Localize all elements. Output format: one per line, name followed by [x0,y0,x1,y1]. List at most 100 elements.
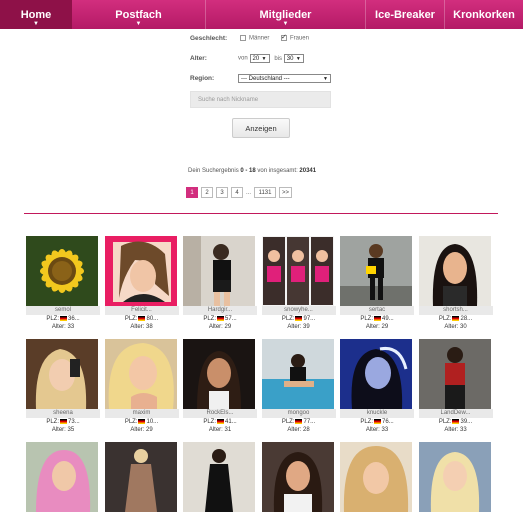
member-name[interactable]: sertac [340,306,414,315]
nav-ice-breaker[interactable]: Ice-Breaker [366,0,445,29]
result-range: 0 - 18 [240,168,256,174]
member-card[interactable]: Felicit... PLZ: 80... Alter: 38 [104,236,179,331]
member-age: Alter: 30 [444,324,467,330]
age-from-select[interactable]: 20 ▼ [249,54,270,63]
german-flag-icon [59,418,67,424]
female-checkbox[interactable] [280,33,287,42]
member-plz: PLZ: 28... [419,315,493,323]
member-photo[interactable] [183,442,255,512]
member-card[interactable]: snowyhe... PLZ: 97... Alter: 39 [261,236,336,331]
page-next[interactable]: >> [279,187,293,198]
page: Home ▼ Postfach ▼ Mitglieder ▼ Ice-Break… [0,0,523,515]
chevron-down-icon: ▼ [33,21,39,27]
member-name[interactable]: LandDew... [418,409,493,418]
member-card[interactable] [340,442,414,512]
dropdown-arrow-icon: ▼ [323,75,328,82]
member-photo[interactable] [340,236,412,306]
member-photo[interactable] [104,236,177,306]
nav-mitglieder[interactable]: Mitglieder ▼ [206,0,366,29]
page-3[interactable]: 3 [216,187,228,198]
page-1[interactable]: 1 [186,187,198,198]
member-name[interactable]: semol [26,306,100,315]
nickname-search-input[interactable]: Suche nach Nickname [190,91,331,108]
show-button[interactable]: Anzeigen [232,118,290,138]
member-age: Alter: 29 [208,324,232,330]
member-card[interactable]: Hardgir... PLZ: 57... Alter: 29 [183,236,257,331]
member-name[interactable]: Felicit... [104,306,179,315]
page-4[interactable]: 4 [231,187,243,198]
member-photo[interactable] [26,339,98,409]
member-name[interactable]: sheena [26,409,100,418]
member-photo[interactable] [104,442,177,512]
member-photo[interactable] [340,339,412,409]
age-to-select[interactable]: 30 ▼ [283,54,304,63]
member-name[interactable]: shortsh... [418,306,493,315]
member-card[interactable] [183,442,257,512]
german-flag-icon [216,315,224,321]
plz-value: 77... [303,419,316,425]
gender-label: Geschlecht: [190,35,228,42]
member-age: Alter: 33 [444,427,467,433]
member-card[interactable] [26,442,100,512]
member-photo[interactable] [183,339,255,409]
member-card[interactable] [261,442,336,512]
member-photo[interactable] [26,236,98,306]
member-name[interactable]: snowyhe... [261,306,336,315]
member-card[interactable] [104,442,179,512]
member-card[interactable]: LandDew... PLZ: 39... Alter: 33 [418,339,493,434]
nav-home-label: Home [20,8,52,21]
male-label: Männer [249,35,270,42]
region-label: Region: [190,75,215,82]
member-card[interactable]: sheena PLZ: 73... Alter: 35 [26,339,100,434]
plz-label: PLZ: [360,419,373,425]
member-plz: PLZ: 10... [105,418,179,426]
member-card[interactable]: shortsh... PLZ: 28... Alter: 30 [418,236,493,331]
member-name[interactable]: knuckle [340,409,414,418]
member-photo[interactable] [26,442,98,512]
region-select[interactable]: --- Deutschland --- ▼ [238,74,331,83]
nav-home[interactable]: Home ▼ [0,0,72,29]
member-card[interactable]: semol PLZ: 36... Alter: 33 [26,236,100,331]
dropdown-arrow-icon: ▼ [295,55,301,62]
member-photo[interactable] [261,236,334,306]
member-photo[interactable] [418,339,491,409]
page-2[interactable]: 2 [201,187,213,198]
page-last[interactable]: 1131 [254,187,277,198]
member-card[interactable]: maxim PLZ: 10... Alter: 29 [104,339,179,434]
member-age: Alter: 29 [130,427,153,433]
member-card[interactable]: knuckle PLZ: 76... Alter: 33 [340,339,414,434]
member-name[interactable]: maxim [104,409,179,418]
member-photo[interactable] [104,339,177,409]
member-photo[interactable] [261,442,334,512]
member-photo[interactable] [418,442,491,512]
plz-value: 76... [381,419,394,425]
nav-postfach-label: Postfach [115,8,162,21]
member-photo[interactable] [418,236,491,306]
member-card[interactable]: sertac PLZ: 49... Alter: 29 [340,236,414,331]
member-photo[interactable] [340,442,412,512]
german-flag-icon [295,315,303,321]
member-card[interactable]: RockEls... PLZ: 41... Alter: 31 [183,339,257,434]
member-card[interactable]: mongoo PLZ: 77... Alter: 28 [261,339,336,434]
member-age: Alter: 31 [208,427,232,433]
member-age: Alter: 35 [51,427,75,433]
nav-kronkorken[interactable]: Kronkorken [445,0,523,29]
result-total: 20341 [299,168,317,174]
member-plz: PLZ: 80... [105,315,179,323]
member-card[interactable] [418,442,493,512]
member-plz: PLZ: 73... [26,418,100,426]
member-name[interactable]: Hardgir... [183,306,257,315]
plz-label: PLZ: [203,316,216,322]
member-photo[interactable] [261,339,334,409]
member-photo[interactable] [183,236,255,306]
member-name[interactable]: RockEls... [183,409,257,418]
male-checkbox[interactable] [240,35,246,42]
member-age: Alter: 29 [365,324,389,330]
age-from-value: 20 [252,55,260,62]
plz-value: 57... [224,316,237,322]
dropdown-arrow-icon: ▼ [261,55,267,62]
plz-value: 36... [67,316,80,322]
result-middle: von insgesamt: [257,168,298,174]
nav-postfach[interactable]: Postfach ▼ [72,0,206,29]
member-name[interactable]: mongoo [261,409,336,418]
